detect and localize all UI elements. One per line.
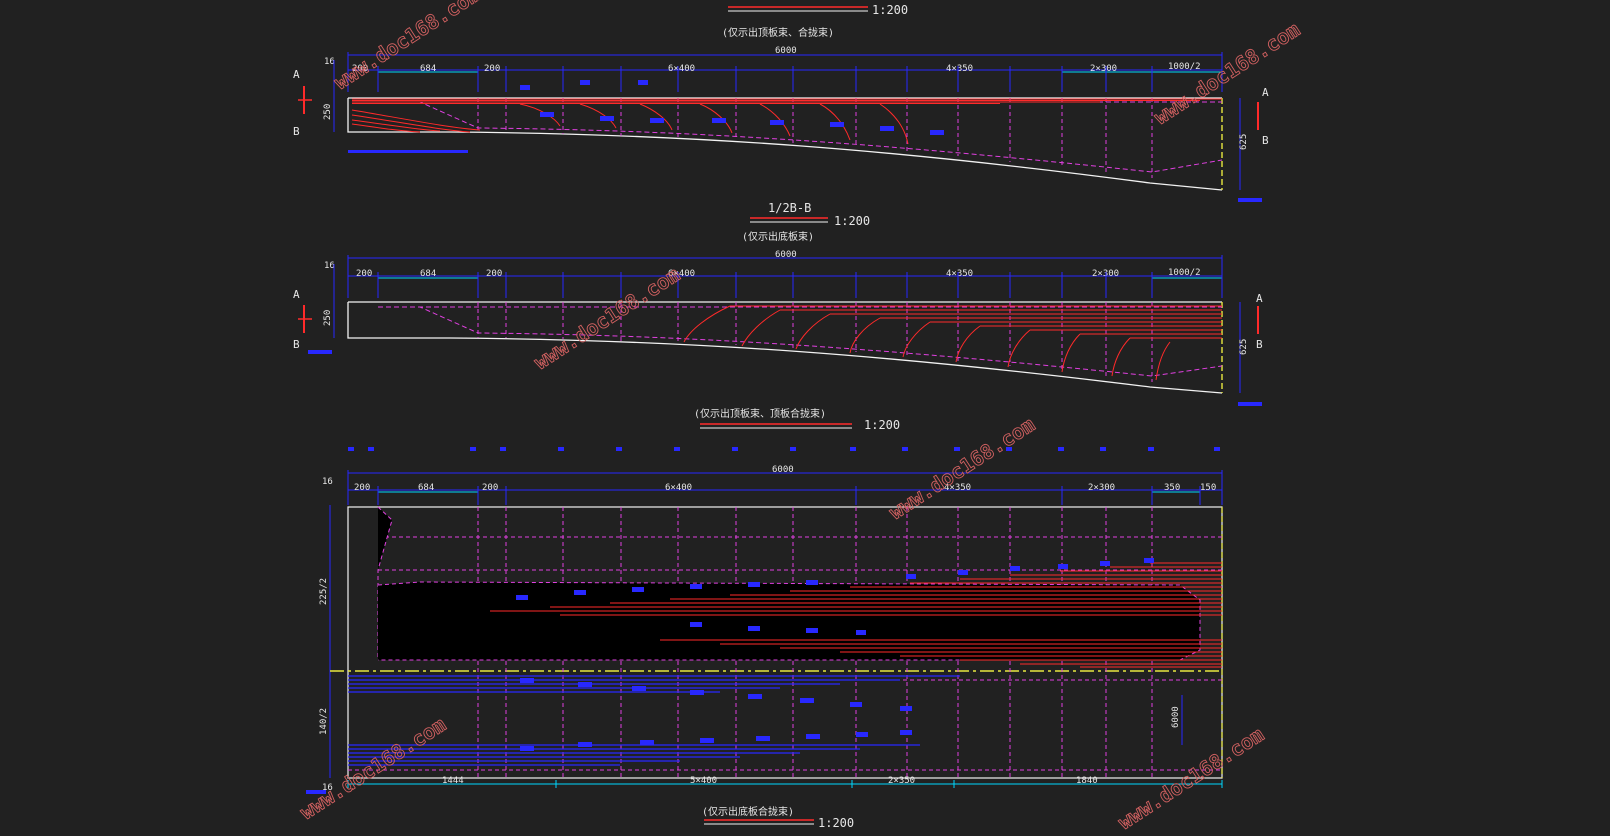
right-tag xyxy=(1238,198,1262,202)
v2-dim-200a: 200 xyxy=(356,269,372,279)
plan-dim-2x300: 2×300 xyxy=(1088,483,1115,493)
section-mark-B-left: B xyxy=(293,125,300,138)
v2-right-dim-625: 625 xyxy=(1239,339,1249,355)
view3-pre-caption: (仅示出顶板束、顶板合拢束) xyxy=(694,407,826,420)
section-mark-B-right: B xyxy=(1262,134,1269,147)
section-mark-A-left: A xyxy=(293,68,300,81)
dim-4x350: 4×350 xyxy=(946,64,973,74)
view1-caption: (仅示出顶板束、合拢束) xyxy=(722,26,834,39)
cad-drawing-canvas: 1:200 (仅示出顶板束、合拢束) 6000 200 684 200 6×40… xyxy=(0,0,1610,836)
view3-scale: 1:200 xyxy=(818,816,854,830)
plan-bottom-dim-5x400: 5×400 xyxy=(690,776,717,786)
v2-left-dim-16: 16 xyxy=(324,261,335,271)
plan-dim-684: 684 xyxy=(418,483,434,493)
v2-overall-dim-text: 6000 xyxy=(775,250,797,260)
v2-left-tag xyxy=(308,350,332,354)
v2-section-mark-B-right: B xyxy=(1256,338,1263,351)
overall-dim-text: 6000 xyxy=(775,46,797,56)
plan-bottom-dim-1840: 1840 xyxy=(1076,776,1098,786)
plan-right-dim: 6000 xyxy=(1171,706,1181,728)
dim-1000-2: 1000/2 xyxy=(1168,62,1201,72)
v2-section-mark-A-right: A xyxy=(1256,292,1263,305)
view1-scale: 1:200 xyxy=(872,3,908,17)
plan-bottom-dim-2x350: 2×350 xyxy=(888,776,915,786)
v2-dim-200b: 200 xyxy=(486,269,502,279)
v2-dim-1000-2: 1000/2 xyxy=(1168,268,1201,278)
plan-left-dim-225: 225/2 xyxy=(319,578,329,605)
view3-caption: (仅示出底板合拢束) xyxy=(702,805,794,818)
plan-dim-200b: 200 xyxy=(482,483,498,493)
v2-section-mark-B-left: B xyxy=(293,338,300,351)
v2-section-mark-A-left: A xyxy=(293,288,300,301)
v2-dim-4x350: 4×350 xyxy=(946,269,973,279)
dim-2x300: 2×300 xyxy=(1090,64,1117,74)
plan-dim-6x400: 6×400 xyxy=(665,483,692,493)
plan-bottom-dim-1444: 1444 xyxy=(442,776,464,786)
plan-left-dim-16: 16 xyxy=(322,477,333,487)
v2-left-dim-250: 250 xyxy=(323,310,333,326)
view2-caption: (仅示出底板束) xyxy=(742,230,814,243)
plan-dim-350: 350 xyxy=(1164,483,1180,493)
view2-title: 1/2B-B xyxy=(768,201,811,215)
plan-dim-150: 150 xyxy=(1200,483,1216,493)
plan-overall-dim-text: 6000 xyxy=(772,465,794,475)
v2-right-tag xyxy=(1238,402,1262,406)
dim-6x400: 6×400 xyxy=(668,64,695,74)
left-dim-16: 16 xyxy=(324,57,335,67)
view3-pre-scale: 1:200 xyxy=(864,418,900,432)
plan-left-dim-140: 140/2 xyxy=(319,708,329,735)
right-dim-625: 625 xyxy=(1239,134,1249,150)
left-dim-250: 250 xyxy=(323,104,333,120)
v2-dim-684: 684 xyxy=(420,269,436,279)
dim-200b: 200 xyxy=(484,64,500,74)
plan-dim-200a: 200 xyxy=(354,483,370,493)
section-mark-A-right: A xyxy=(1262,86,1269,99)
view2-scale: 1:200 xyxy=(834,214,870,228)
dim-684: 684 xyxy=(420,64,436,74)
